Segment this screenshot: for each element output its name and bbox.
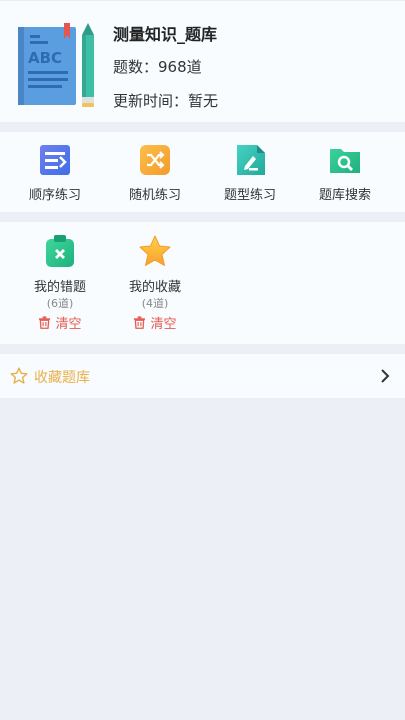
type-practice-button[interactable]: 题型练习 (200, 132, 300, 212)
bank-search-button[interactable]: 题库搜索 (295, 132, 395, 212)
my-favorites-count: (4道) (141, 297, 169, 310)
chevron-right-icon (381, 369, 390, 383)
random-practice-label: 随机练习 (128, 188, 181, 203)
star-outline-icon (10, 367, 28, 384)
clear-favorites-label: 清空 (150, 317, 177, 332)
type-practice-label: 题型练习 (223, 188, 276, 203)
my-favorites-item[interactable]: 我的收藏 (4道) 清空 (110, 222, 200, 344)
bank-title: 测量知识_题库 (113, 25, 218, 44)
star-icon (139, 235, 171, 266)
my-favorites-label: 我的收藏 (128, 280, 181, 295)
sequential-practice-button[interactable]: 顺序练习 (5, 132, 105, 212)
my-mistakes-item[interactable]: 我的错题 (6道) 清空 (15, 222, 105, 344)
clear-mistakes-label: 清空 (55, 317, 82, 332)
svg-text:ABC: ABC (28, 49, 62, 67)
bank-header-card: ABC 测量知识_题库 题数：968道 更新时间：暂无 (0, 0, 405, 122)
trash-icon (39, 316, 51, 329)
sequential-list-icon (40, 145, 70, 175)
shuffle-icon (140, 145, 170, 175)
favorite-banks-row[interactable]: 收藏题库 (0, 354, 405, 398)
practice-modes: 顺序练习 随机练习 题型练习 题库搜索 (0, 132, 405, 212)
folder-search-icon (330, 149, 360, 173)
trash-icon (134, 316, 146, 329)
question-count: 题数：968道 (113, 58, 202, 76)
sequential-practice-label: 顺序练习 (28, 188, 81, 203)
random-practice-button[interactable]: 随机练习 (105, 132, 205, 212)
my-collections: 我的错题 (6道) 清空 我的收藏 (4道) 清空 (0, 222, 405, 344)
edit-document-icon (237, 145, 265, 175)
favorite-banks-label: 收藏题库 (34, 370, 90, 386)
clear-favorites-button[interactable]: 清空 (110, 313, 200, 332)
update-time: 更新时间：暂无 (113, 92, 219, 110)
abc-book-with-pencil-icon: ABC (18, 23, 94, 107)
bank-search-label: 题库搜索 (318, 188, 371, 203)
my-mistakes-count: (6道) (46, 297, 74, 310)
clipboard-x-icon (46, 235, 74, 267)
my-mistakes-label: 我的错题 (33, 280, 86, 295)
clear-mistakes-button[interactable]: 清空 (15, 313, 105, 332)
